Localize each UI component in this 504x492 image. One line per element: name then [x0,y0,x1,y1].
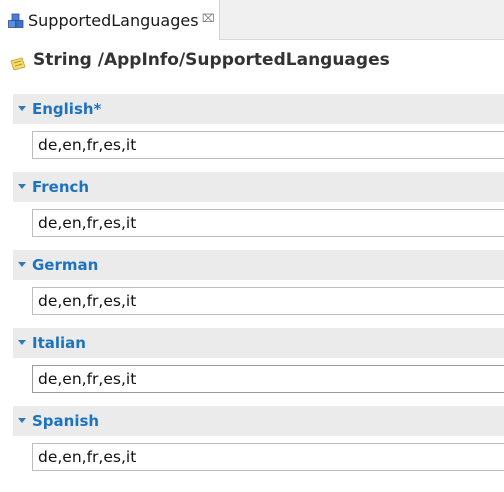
italian-value-field[interactable] [32,365,504,393]
editor-tab-bar: SupportedLanguages ⌧ [0,0,504,40]
section-label: English* [32,100,102,118]
section-english: English* [0,94,504,172]
tab-label: SupportedLanguages [28,11,199,30]
section-label: German [32,256,99,274]
package-cubes-icon [8,13,24,28]
section-header-italian[interactable]: Italian [13,328,504,358]
chevron-down-icon[interactable] [18,418,26,423]
chevron-down-icon[interactable] [18,106,26,111]
german-value-field[interactable] [32,287,504,315]
chevron-down-icon[interactable] [18,340,26,345]
tab-supported-languages[interactable]: SupportedLanguages ⌧ [0,0,220,40]
section-label: French [32,178,90,196]
section-label: Italian [32,334,86,352]
string-note-icon [10,57,26,71]
editor-header: String /AppInfo/SupportedLanguages [0,40,504,86]
close-icon[interactable]: ⌧ [202,12,215,25]
chevron-down-icon[interactable] [18,262,26,267]
section-spanish: Spanish [0,406,504,484]
english-value-field[interactable] [32,131,504,159]
section-french: French [0,172,504,250]
section-german: German [0,250,504,328]
chevron-down-icon[interactable] [18,184,26,189]
section-italian: Italian [0,328,504,406]
section-header-spanish[interactable]: Spanish [13,406,504,436]
section-header-german[interactable]: German [13,250,504,280]
section-header-english[interactable]: English* [13,94,504,124]
section-header-french[interactable]: French [13,172,504,202]
section-label: Spanish [32,412,100,430]
page-title: String /AppInfo/SupportedLanguages [33,50,390,70]
spanish-value-field[interactable] [32,443,504,471]
french-value-field[interactable] [32,209,504,237]
